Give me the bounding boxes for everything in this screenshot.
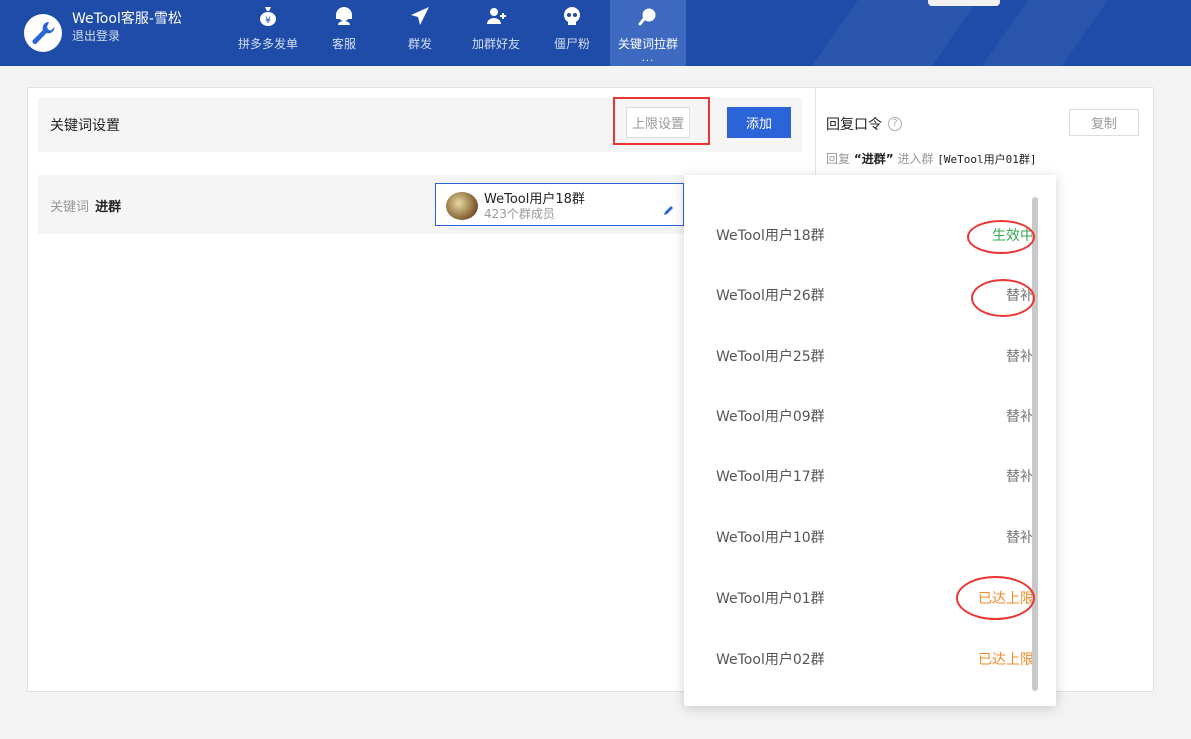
group-member-count: 423个群成员 [484,207,555,221]
keyword-settings-header: 关键词设置 上限设置 添加 [38,97,802,152]
status-badge: 替补 [1006,409,1034,425]
edit-pencil-icon[interactable] [663,204,675,216]
keyword-value: 进群 [95,200,122,215]
reply-keyword: “进群” [853,152,894,166]
help-icon[interactable]: ? [888,117,902,131]
search-icon [637,5,659,27]
svg-text:¥: ¥ [265,16,271,26]
nav-item-service[interactable]: 客服 [306,0,382,66]
dropdown-scrollbar[interactable] [1032,197,1038,691]
group-name: WeTool用户26群 [716,288,825,304]
keyword-label: 关键词 进群 [50,196,121,215]
money-bag-icon: ¥ [257,5,279,27]
account-name: WeTool客服-雪松 [72,11,182,27]
main-nav: ¥ 拼多多发单 客服 群发 加群好友 僵尸粉 关键词拉群 ... [230,0,686,66]
dropdown-item[interactable]: WeTool用户25群 替补 [684,326,1034,386]
top-header: WeTool客服-雪松 退出登录 ¥ 拼多多发单 客服 群发 加群好友 僵尸粉 … [0,0,1191,66]
reply-group: [WeTool用户01群] [937,153,1037,166]
group-name: WeTool用户10群 [716,530,825,546]
group-name: WeTool用户25群 [716,349,825,365]
annotation-circle [971,279,1035,317]
account-area: WeTool客服-雪松 退出登录 [24,10,182,56]
group-dropdown: WeTool用户18群 生效中 WeTool用户26群 替补 WeTool用户2… [684,175,1056,706]
keyword-panel: 关键词设置 上限设置 添加 关键词 进群 WeTool用户18群 423个群成员 [38,97,802,234]
section-title: 关键词设置 [50,118,120,134]
nav-item-add-friends[interactable]: 加群好友 [458,0,534,66]
logout-link[interactable]: 退出登录 [72,28,182,44]
nav-label: 僵尸粉 [553,37,590,51]
nav-label: 客服 [331,37,356,51]
group-name: WeTool用户09群 [716,409,825,425]
add-user-icon [485,5,507,27]
nav-item-zombie-fans[interactable]: 僵尸粉 [534,0,610,66]
nav-label: 关键词拉群 [617,37,678,51]
nav-item-pdd[interactable]: ¥ 拼多多发单 [230,0,306,66]
group-selector[interactable]: WeTool用户18群 423个群成员 [435,183,684,226]
dropdown-item[interactable]: WeTool用户02群 已达上限 [684,629,1034,689]
group-name: WeTool用户18群 [716,228,825,244]
highlight-box [613,97,710,145]
top-edge-button[interactable] [928,0,1000,6]
group-avatar [446,192,478,220]
headset-icon [333,5,355,27]
copy-button[interactable]: 复制 [1069,109,1139,136]
status-badge: 替补 [1006,469,1034,485]
wetool-logo-icon [24,14,62,52]
dropdown-item[interactable]: WeTool用户09群 替补 [684,386,1034,446]
header-decoration [787,0,993,66]
group-name: WeTool用户17群 [716,469,825,485]
status-badge: 替补 [1006,530,1034,546]
nav-label: 拼多多发单 [237,37,298,51]
annotation-circle [967,220,1035,254]
reply-prefix: 回复 [826,152,851,166]
reply-middle: 进入群 [897,152,934,166]
nav-label: 群发 [407,37,432,51]
status-badge: 已达上限 [978,652,1034,668]
status-badge: 替补 [1006,349,1034,365]
nav-item-broadcast[interactable]: 群发 [382,0,458,66]
paper-plane-icon [409,5,431,27]
annotation-circle [956,576,1035,620]
dropdown-item[interactable]: WeTool用户10群 替补 [684,507,1034,567]
reply-title: 回复口令 ? [826,114,902,134]
nav-label: 加群好友 [471,37,520,51]
group-name: WeTool用户01群 [716,591,825,607]
nav-item-keyword-group[interactable]: 关键词拉群 ... [610,0,686,66]
dropdown-item[interactable]: WeTool用户17群 替补 [684,446,1034,506]
skull-icon [561,5,583,27]
more-dots[interactable]: ... [642,54,655,64]
header-decoration [957,0,1123,66]
add-button[interactable]: 添加 [727,107,791,138]
keyword-label-text: 关键词 [50,200,90,215]
group-name: WeTool用户02群 [716,652,825,668]
reply-title-text: 回复口令 [826,117,882,133]
reply-command: 回复 “进群” 进入群 [WeTool用户01群] [826,150,1037,167]
